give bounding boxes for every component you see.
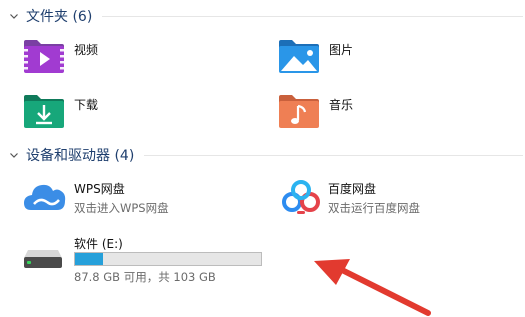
folder-item-music[interactable]: 音乐	[277, 92, 507, 130]
drive-item-e[interactable]: 软件 (E:) 87.8 GB 可用，共 103 GB	[22, 234, 272, 284]
music-folder-icon	[279, 95, 319, 128]
annotation-arrow-icon	[314, 259, 431, 316]
section-divider	[144, 154, 523, 156]
drive-sub-e: 87.8 GB 可用，共 103 GB	[74, 270, 216, 284]
baidu-netdisk-icon	[282, 180, 320, 214]
wps-cloud-icon	[24, 184, 66, 210]
folder-label-downloads: 下载	[74, 98, 99, 112]
hard-drive-icon	[24, 250, 62, 268]
drive-item-wps[interactable]: WPS网盘 双击进入WPS网盘	[22, 178, 262, 218]
drive-label-e: 软件 (E:)	[74, 237, 123, 251]
pictures-folder-icon	[279, 40, 319, 73]
drive-usage-fill	[75, 253, 103, 265]
video-folder-icon	[24, 40, 64, 73]
folder-item-pictures[interactable]: 图片	[277, 37, 507, 75]
folder-label-music: 音乐	[329, 98, 354, 112]
folder-item-videos[interactable]: 视频	[22, 37, 252, 75]
folders-section-header[interactable]: 文件夹 (6)	[0, 6, 525, 26]
drive-sub-baidu: 双击运行百度网盘	[328, 201, 420, 215]
drives-section-header[interactable]: 设备和驱动器 (4)	[0, 145, 525, 165]
section-title-drives: 设备和驱动器 (4)	[26, 148, 135, 164]
chevron-down-icon[interactable]	[6, 8, 22, 24]
section-divider	[102, 15, 523, 17]
drive-item-baidu[interactable]: 百度网盘 双击运行百度网盘	[280, 178, 510, 218]
drive-label-wps: WPS网盘	[74, 182, 125, 196]
folder-item-downloads[interactable]: 下载	[22, 92, 252, 130]
section-title-folders: 文件夹 (6)	[26, 9, 93, 25]
folder-label-videos: 视频	[74, 43, 99, 57]
drive-sub-wps: 双击进入WPS网盘	[74, 201, 169, 215]
drive-usage-bar	[74, 252, 262, 266]
downloads-folder-icon	[24, 95, 64, 128]
chevron-down-icon[interactable]	[6, 147, 22, 163]
drive-label-baidu: 百度网盘	[328, 182, 377, 196]
folder-label-pictures: 图片	[329, 43, 354, 57]
